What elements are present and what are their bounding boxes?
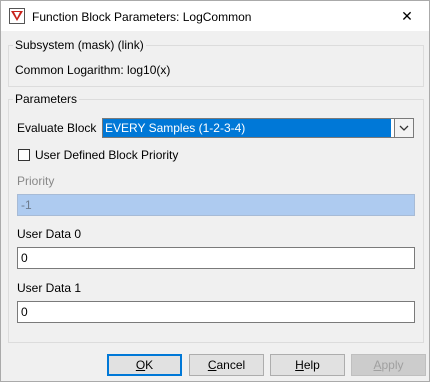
user-priority-label: User Defined Block Priority [35, 148, 179, 162]
priority-label: Priority [17, 174, 55, 188]
apply-label-rest: pply [381, 358, 404, 372]
parameters-heading: Parameters [15, 92, 78, 106]
ok-label-rest: K [145, 358, 154, 372]
window-title: Function Block Parameters: LogCommon [32, 10, 252, 24]
title-bar: Function Block Parameters: LogCommon ✕ [1, 1, 429, 31]
apply-mnemonic: A [373, 358, 382, 372]
close-icon: ✕ [401, 7, 413, 24]
simulink-app-icon [9, 8, 25, 24]
user-priority-checkbox[interactable] [18, 149, 30, 161]
chevron-down-icon [399, 125, 409, 131]
apply-button[interactable]: Apply [351, 354, 426, 376]
help-mnemonic: H [295, 358, 304, 372]
priority-field: -1 [17, 194, 415, 216]
evaluate-block-label: Evaluate Block [17, 121, 97, 135]
user-data-1-field[interactable]: 0 [17, 301, 415, 323]
cancel-label-rest: ancel [216, 358, 246, 372]
subsystem-description: Common Logarithm: log10(x) [15, 63, 171, 77]
user-data-0-field[interactable]: 0 [17, 247, 415, 269]
help-button[interactable]: Help [270, 354, 345, 376]
ok-button[interactable]: OK [107, 354, 182, 376]
close-button[interactable]: ✕ [385, 1, 429, 31]
user-data-1-label: User Data 1 [17, 281, 82, 295]
dropdown-button[interactable] [394, 119, 413, 137]
cancel-button[interactable]: Cancel [189, 354, 264, 376]
dialog-window: Function Block Parameters: LogCommon ✕ S… [0, 0, 430, 382]
evaluate-block-value: EVERY Samples (1-2-3-4) [103, 119, 391, 137]
help-label-rest: elp [303, 358, 320, 372]
ok-mnemonic: O [135, 358, 146, 372]
subsystem-heading: Subsystem (mask) (link) [15, 38, 144, 52]
user-data-0-label: User Data 0 [17, 227, 82, 241]
evaluate-block-select[interactable]: EVERY Samples (1-2-3-4) [102, 118, 414, 138]
